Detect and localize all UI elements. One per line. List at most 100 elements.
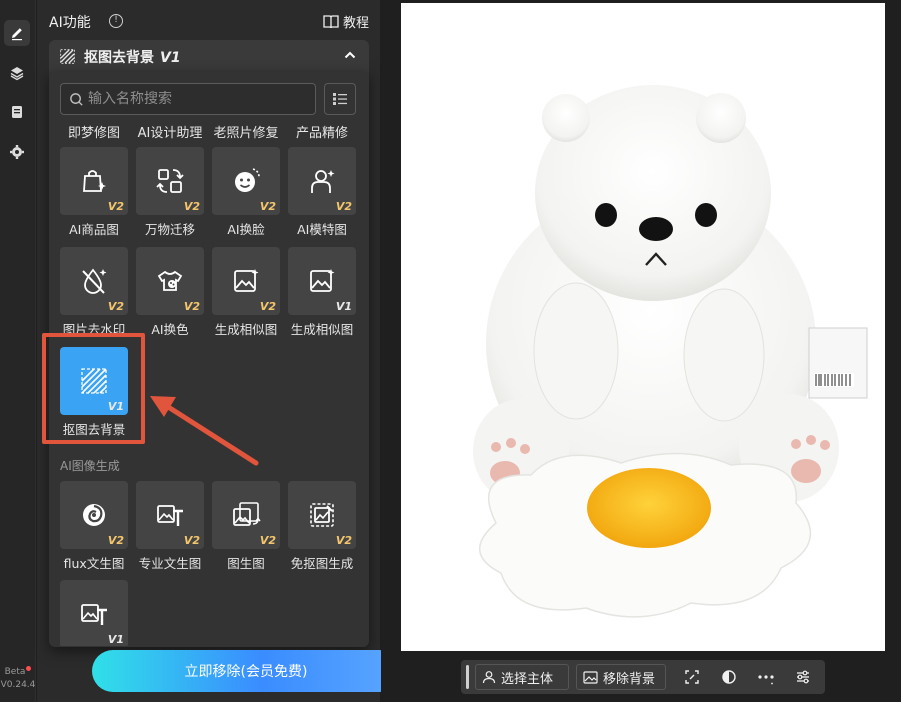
tile-label: 生成相似图: [214, 322, 278, 337]
tile-box: V2: [60, 147, 128, 215]
tile-label: 免抠图生成: [290, 556, 354, 571]
stripes-icon: [60, 49, 75, 64]
tile-box: V1: [60, 580, 128, 646]
select-subject-label: 选择主体: [501, 671, 554, 687]
tile-similar-image-v2[interactable]: V2 生成相似图: [212, 247, 280, 338]
tile-box: V2: [212, 147, 280, 215]
tile-label: AI换脸: [227, 222, 265, 237]
list-view-button[interactable]: [324, 83, 356, 115]
tile-ai-face-swap[interactable]: V2 AI换脸: [212, 147, 280, 238]
feature-label-jimeng[interactable]: 即梦修图: [60, 122, 132, 141]
tile-ai-product-image[interactable]: V2 AI商品图: [60, 147, 128, 238]
beta-label: Beta: [4, 667, 26, 677]
fit-screen-icon[interactable]: [683, 668, 701, 686]
model-person-icon: [311, 170, 335, 193]
watermark-remove-icon: [82, 268, 107, 294]
feature-select-dropdown[interactable]: 抠图去背景 V1: [49, 40, 369, 72]
search-box[interactable]: [60, 83, 316, 115]
person-icon: [482, 671, 496, 684]
toolbar-grip[interactable]: [466, 665, 469, 689]
tile-label: AI商品图: [69, 222, 119, 237]
tile-box: V2: [60, 481, 128, 549]
version-badge: V2: [107, 200, 124, 213]
version-badge: V1: [107, 633, 124, 646]
tile-cutout-free-generate[interactable]: V2 免抠图生成: [288, 481, 356, 572]
tile-box: V2: [212, 247, 280, 315]
version-badge: V2: [183, 534, 200, 547]
list-view-icon: [333, 93, 347, 105]
version-badge: V2: [183, 300, 200, 313]
tile-box: V2: [136, 247, 204, 315]
panel-title: AI功能: [49, 15, 91, 31]
book-icon: [323, 14, 339, 28]
app-root: Beta V0.24.4 AI功能 ! 教程 抠图去背景 V1 输入名称搜索 即…: [0, 0, 901, 702]
tile-box: V2: [136, 147, 204, 215]
adjust-sliders-icon[interactable]: [794, 668, 812, 686]
remove-background-button[interactable]: 移除背景: [576, 664, 666, 690]
tile-similar-image-v1[interactable]: V1 生成相似图: [288, 247, 356, 338]
tile-label: AI模特图: [297, 222, 347, 237]
face-swap-icon: [235, 168, 260, 192]
tile-image-text-v1[interactable]: V1: [60, 580, 128, 646]
tile-label: 万物迁移: [144, 222, 195, 237]
search-input[interactable]: [88, 89, 308, 109]
tile-image-to-image[interactable]: V2 图生图: [212, 481, 280, 572]
feature-label-product-retouch[interactable]: 产品精修: [284, 122, 360, 141]
image-text-icon: [157, 505, 183, 526]
highlight-frame: [42, 333, 145, 444]
tile-pro-text-to-image[interactable]: V2 专业文生图: [136, 481, 204, 572]
settings-gear-icon[interactable]: [4, 139, 30, 165]
panel-header: AI功能 ! 教程: [49, 12, 369, 32]
document-icon[interactable]: [4, 99, 30, 125]
version-label: Beta V0.24.4: [0, 666, 36, 692]
tile-label: 专业文生图: [138, 556, 202, 571]
tile-ai-recolor[interactable]: V2 AI换色: [136, 247, 204, 338]
chevron-up-icon[interactable]: [343, 48, 357, 62]
version-badge: V1: [335, 300, 352, 313]
edit-pen-icon[interactable]: [4, 20, 30, 46]
tile-label: 生成相似图: [290, 322, 354, 337]
version-number: V0.24.4: [0, 680, 36, 690]
tile-flux-text-to-image[interactable]: V2 flux文生图: [60, 481, 128, 572]
beta-dot: [26, 666, 32, 671]
tile-box: V2: [136, 481, 204, 549]
layers-icon[interactable]: [4, 60, 30, 86]
version-badge: V2: [335, 534, 352, 547]
shirt-palette-icon: [157, 270, 183, 291]
tile-box: V1: [288, 247, 356, 315]
partially-hidden-row: 即梦修图 AI设计助理 老照片修复 产品精修: [60, 119, 360, 141]
image-icon: [583, 670, 598, 684]
similar-image-icon: [234, 269, 259, 292]
shopping-bag-sparkle-icon: [83, 170, 106, 192]
search-icon: [70, 93, 83, 106]
transfer-image-icon: [156, 169, 184, 193]
info-icon[interactable]: !: [109, 14, 123, 28]
canvas-area: 选择主体 移除背景: [381, 0, 901, 702]
tile-box: V2: [60, 247, 128, 315]
tutorial-link[interactable]: 教程: [323, 12, 369, 31]
tile-box: V2: [212, 481, 280, 549]
feature-label-photo-restore[interactable]: 老照片修复: [208, 122, 284, 141]
flux-swirl-icon: [83, 504, 105, 526]
select-subject-button[interactable]: 选择主体: [475, 664, 569, 690]
contrast-icon[interactable]: [720, 668, 738, 686]
version-badge: V2: [107, 534, 124, 547]
tile-universal-transfer[interactable]: V2 万物迁移: [136, 147, 204, 238]
similar-image-icon: [310, 269, 335, 292]
left-rail: Beta V0.24.4: [0, 0, 36, 702]
more-options-icon[interactable]: [757, 668, 775, 686]
image-text-icon: [81, 604, 107, 625]
version-badge: V2: [259, 534, 276, 547]
version-badge: V2: [183, 200, 200, 213]
tile-watermark-remove[interactable]: V2 图片去水印: [60, 247, 128, 338]
remove-now-button[interactable]: 立即移除(会员免费): [92, 650, 400, 692]
feature-select-version: V1: [160, 50, 181, 66]
tile-ai-model[interactable]: V2 AI模特图: [288, 147, 356, 238]
image-to-image-icon: [233, 502, 261, 526]
feature-label-design-assistant[interactable]: AI设计助理: [132, 122, 208, 141]
tile-label: 图生图: [227, 556, 265, 571]
product-image-polar-bear[interactable]: [401, 3, 885, 651]
feature-select-label: 抠图去背景 V1: [84, 47, 181, 67]
version-badge: V2: [335, 200, 352, 213]
tutorial-label: 教程: [342, 16, 369, 31]
